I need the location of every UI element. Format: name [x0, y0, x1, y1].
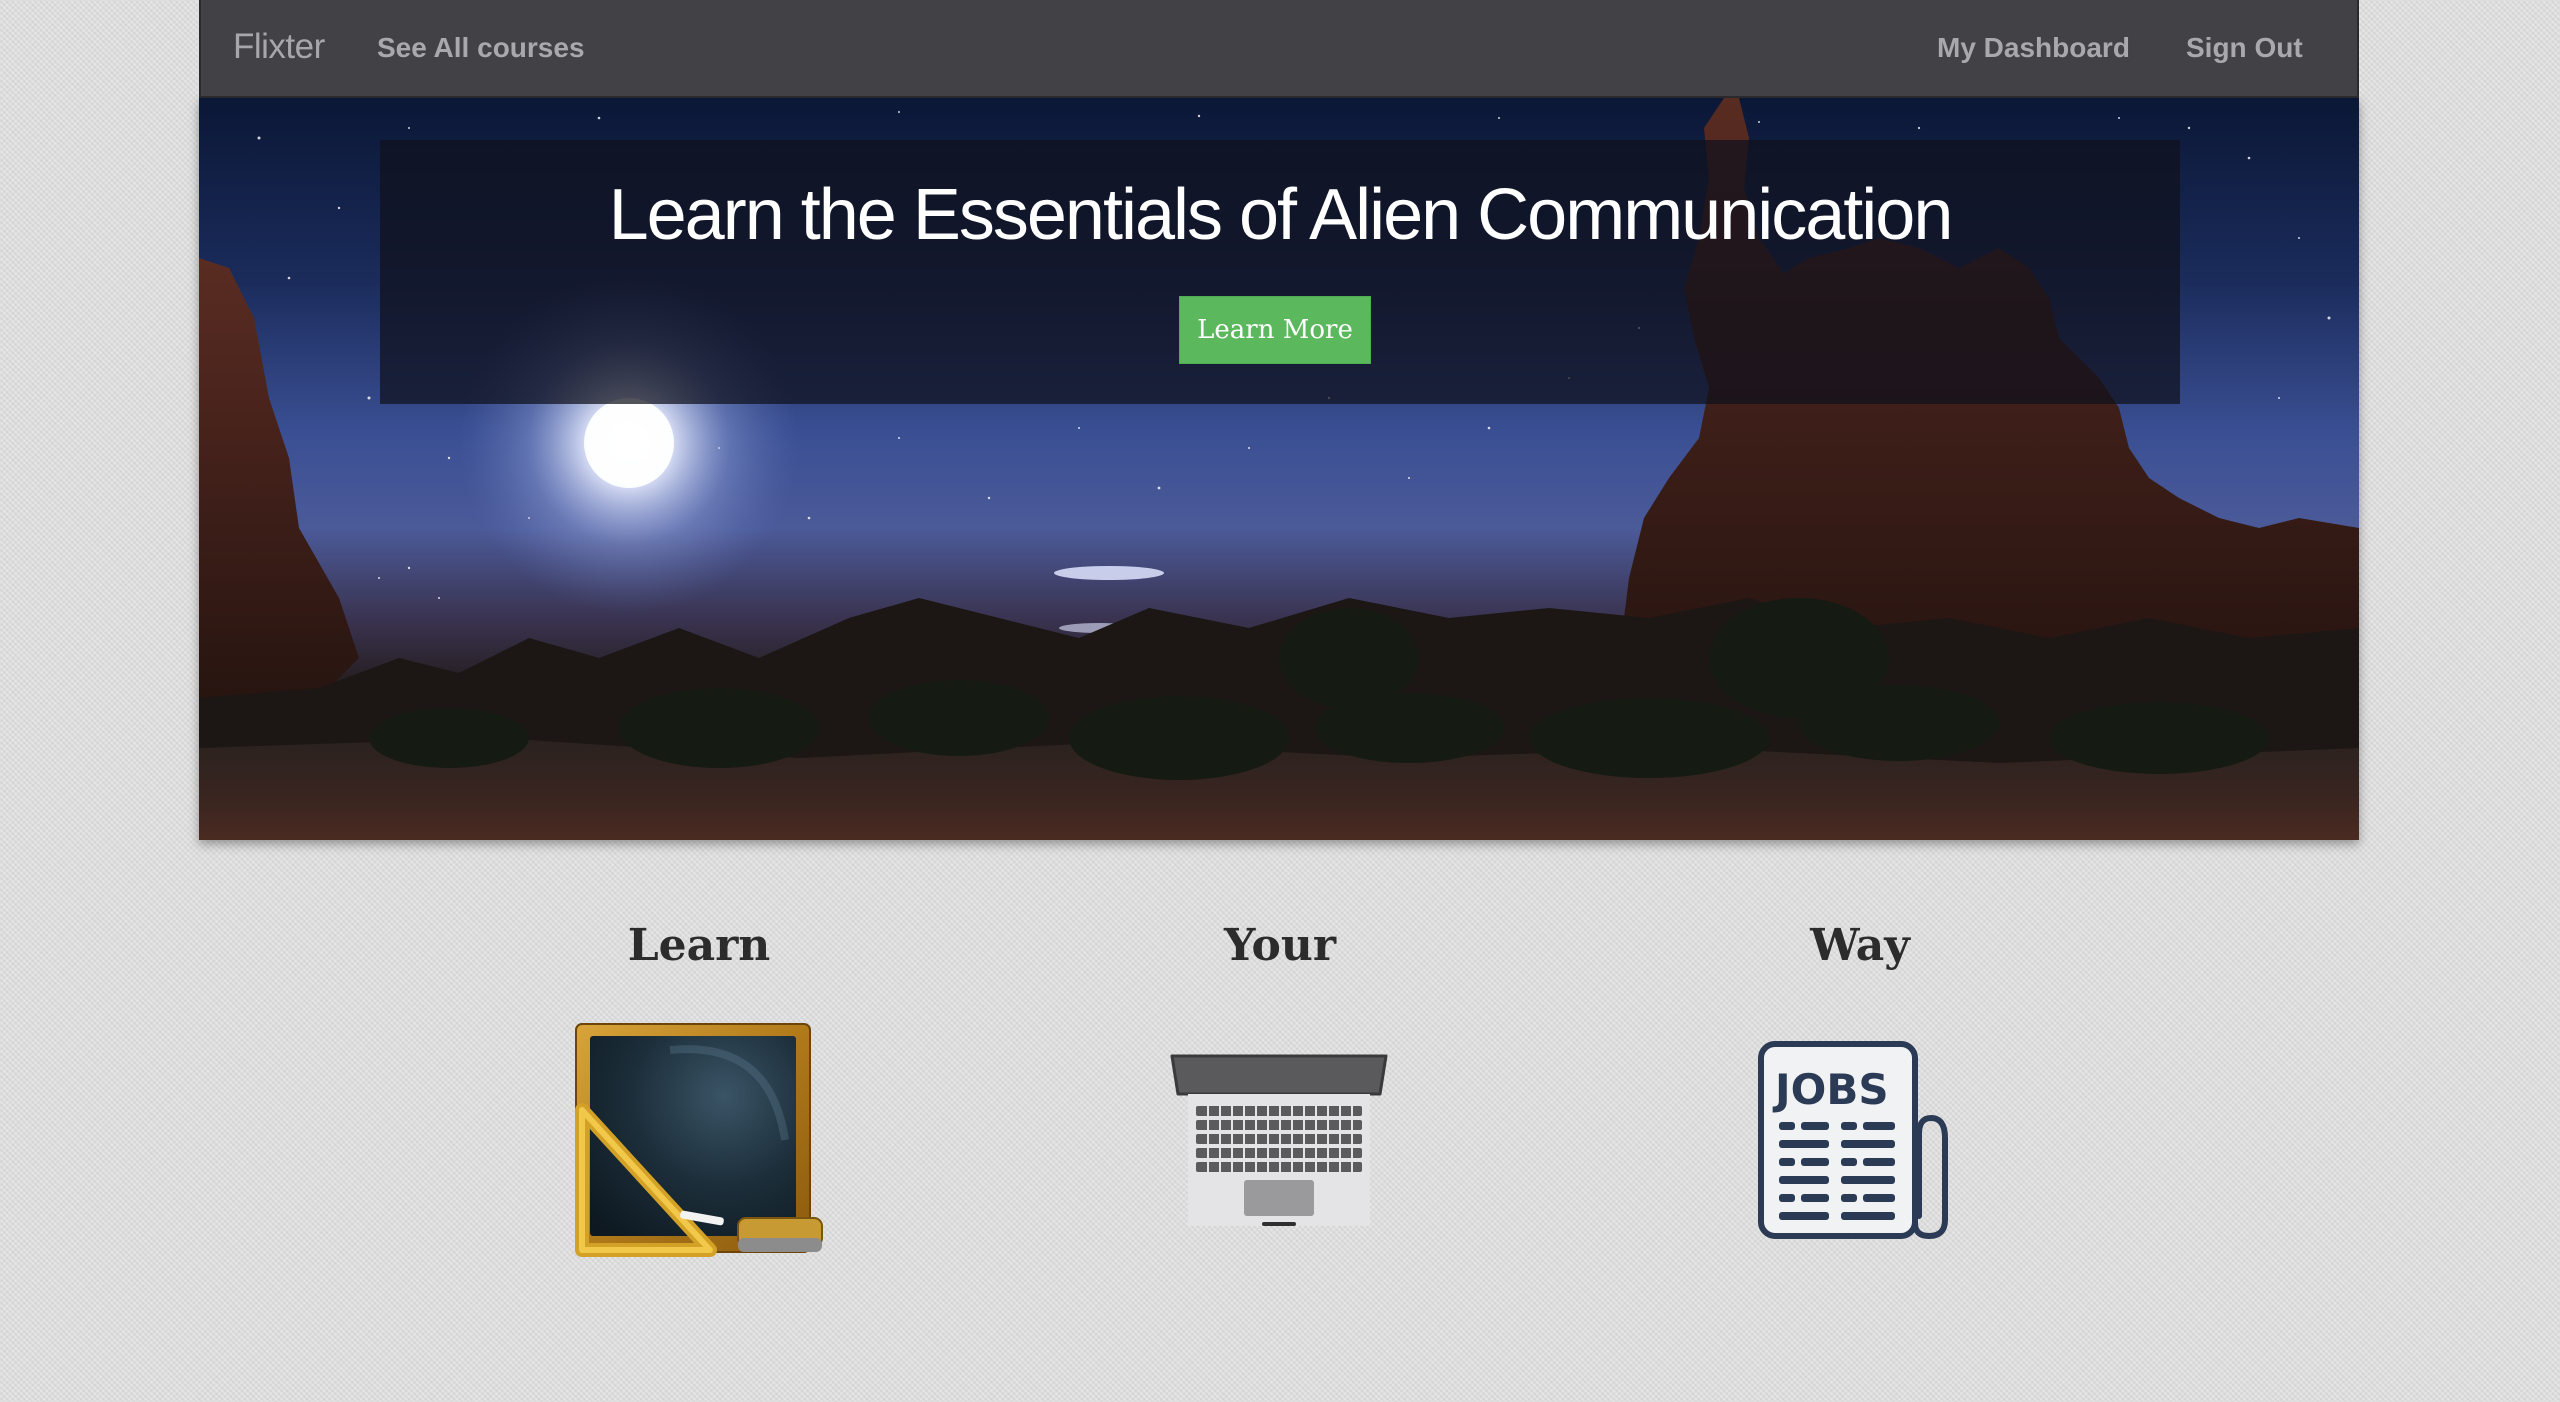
nav-link-my-dashboard[interactable]: My Dashboard [1937, 32, 2130, 64]
brand-logo-link[interactable]: Flixter [233, 27, 325, 67]
hero-section: Learn the Essentials of Alien Communicat… [199, 98, 2359, 840]
top-navbar: Flixter See All courses My Dashboard Sig… [199, 0, 2359, 98]
nav-link-sign-out[interactable]: Sign Out [2186, 32, 2303, 64]
hero-banner: Learn the Essentials of Alien Communicat… [380, 140, 2180, 404]
feature-your: Your [1070, 916, 1490, 976]
feature-title-learn: Learn [627, 920, 771, 971]
nav-link-see-all-courses[interactable]: See All courses [377, 32, 585, 64]
laptop-icon [1170, 1054, 1388, 1226]
feature-title-your: Your [1223, 920, 1337, 971]
chalkboard-icon [575, 1023, 823, 1257]
learn-more-button[interactable]: Learn More [1179, 296, 1371, 364]
jobs-newspaper-icon: JOBS [1758, 1041, 1948, 1239]
hero-title: Learn the Essentials of Alien Communicat… [608, 175, 1954, 255]
feature-learn: Learn [489, 916, 909, 976]
svg-text:JOBS: JOBS [1772, 1065, 1889, 1114]
feature-way: Way [1650, 916, 2070, 976]
feature-title-way: Way [1810, 920, 1910, 971]
